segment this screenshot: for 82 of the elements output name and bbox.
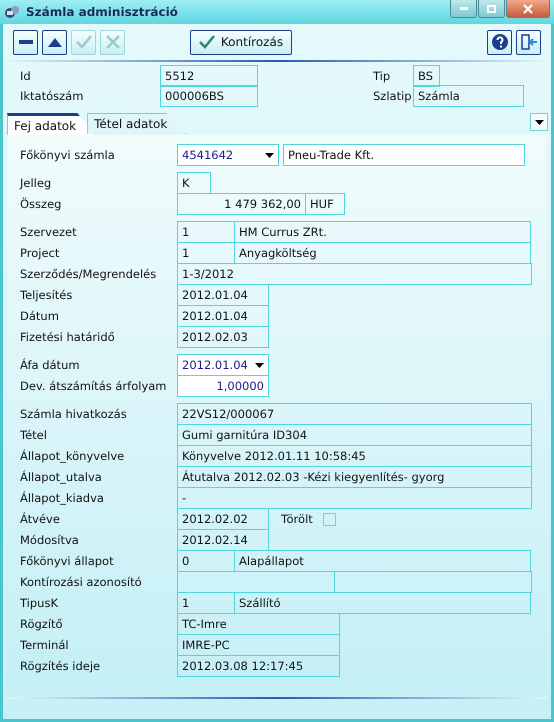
field-label: Tip [373,68,392,82]
read-only-field[interactable]: 1 479 362,00 [177,193,306,215]
close-button[interactable] [506,0,550,18]
read-only-field[interactable]: 2012.01.04 [177,305,269,327]
checkbox[interactable] [322,512,336,526]
field-label: Teljesítés [19,288,74,302]
tab[interactable]: Fej adatok [7,113,96,135]
read-only-field[interactable]: 2012.01.04 [177,284,269,306]
field-label: Átvéve [19,512,61,526]
read-only-field[interactable]: 2012.02.14 [177,529,269,551]
read-only-field[interactable]: Átutalva 2012.02.03 -Kézi kiegyenlítés- gyorg [177,466,532,488]
read-only-field[interactable]: - [177,487,532,509]
field-label: Állapot_utalva [19,470,103,484]
field-label: Project [19,246,60,260]
read-only-field[interactable]: 22VS12/000067 [177,403,532,425]
read-only-field[interactable]: 1 [177,221,235,243]
field-label: Főkönyvi állapot [19,554,115,568]
input-field[interactable]: Pneu-Trade Kft. [283,144,525,166]
read-only-field[interactable]: BS [413,64,440,86]
field-label: Kontírozási azonosító [19,575,143,589]
caret-icon [255,362,264,368]
field-label: Terminál [19,638,70,652]
minus-icon [18,40,32,44]
field-label: Rögzítő [19,617,64,631]
field-label: Fizetési határidő [19,330,116,344]
read-only-field[interactable]: 000006BS [160,84,258,106]
help-button[interactable] [487,30,512,54]
read-only-field[interactable]: 1-3/2012 [177,263,532,285]
close-icon [523,4,533,14]
field-label: Állapot_kiadva [19,491,105,505]
exit-button[interactable] [516,30,541,54]
maximize-button[interactable] [478,0,505,18]
triangle-up-button[interactable] [42,30,67,54]
app-icon [4,4,20,20]
field-label: Módosítva [19,533,80,547]
field-label: Tétel [19,428,48,442]
tab-menu-button[interactable] [530,113,548,131]
field-label: Állapot_könyvelve [19,449,126,463]
field-label: Rögzítés ideje [19,659,102,673]
read-only-field[interactable]: TC-Imre [177,613,340,635]
read-only-field[interactable]: 2012.03.08 12:17:45 [177,655,340,677]
field-label: Iktatószám [20,88,84,102]
minimize-button[interactable] [450,0,477,18]
field-label: Id [20,68,32,82]
read-only-field[interactable]: K [177,172,211,194]
read-only-field[interactable]: Számla [413,84,524,106]
read-only-field[interactable]: IMRE-PC [177,634,340,656]
window-title: Számla adminisztráció [26,5,179,19]
check-icon [198,35,215,49]
tab[interactable]: Tétel adatok [87,113,186,134]
read-only-field[interactable]: HM Currus ZRt. [234,221,531,243]
field-label: Dátum [19,309,60,323]
field-label: Áfa dátum [19,358,81,372]
read-only-field[interactable]: 2012.02.03 [177,326,269,348]
caret-icon [534,120,544,124]
field-label: Számla hivatkozás [19,407,128,421]
input-field[interactable]: 1,00000 [177,375,269,397]
exit-icon [520,33,538,51]
minus-button[interactable] [13,30,38,54]
cross-icon [104,33,122,51]
read-only-field[interactable]: Könyvelve 2012.01.11 10:58:45 [177,445,532,467]
field-label: TipusK [19,596,59,610]
field-label: Főkönyvi számla [19,148,116,162]
field-label: Szerződés/Megrendelés [19,267,158,281]
read-only-field[interactable]: HUF [305,193,345,215]
field-label: Dev. átszámítás árfolyam [19,379,168,393]
read-only-field[interactable]: Gumi garnitúra ID304 [177,424,532,446]
field-label: Szervezet [19,225,78,239]
read-only-field[interactable]: 2012.02.02 [177,508,269,530]
caret-icon [265,152,274,158]
kontirozas-button[interactable]: Kontírozás [190,30,292,54]
field-label: Jelleg [18,176,52,190]
read-only-field[interactable]: 5512 [160,64,258,86]
field-label: Szlatip [373,88,413,102]
minimize-icon [460,7,468,10]
help-icon [490,33,508,51]
field-label: Összeg [19,197,62,211]
check-icon [74,33,92,51]
dropdown-field[interactable]: 2012.01.04 [177,354,269,376]
checkbox-label: Törölt [281,512,313,526]
dropdown-field[interactable]: 4541642 [177,144,279,166]
maximize-icon [487,4,496,12]
